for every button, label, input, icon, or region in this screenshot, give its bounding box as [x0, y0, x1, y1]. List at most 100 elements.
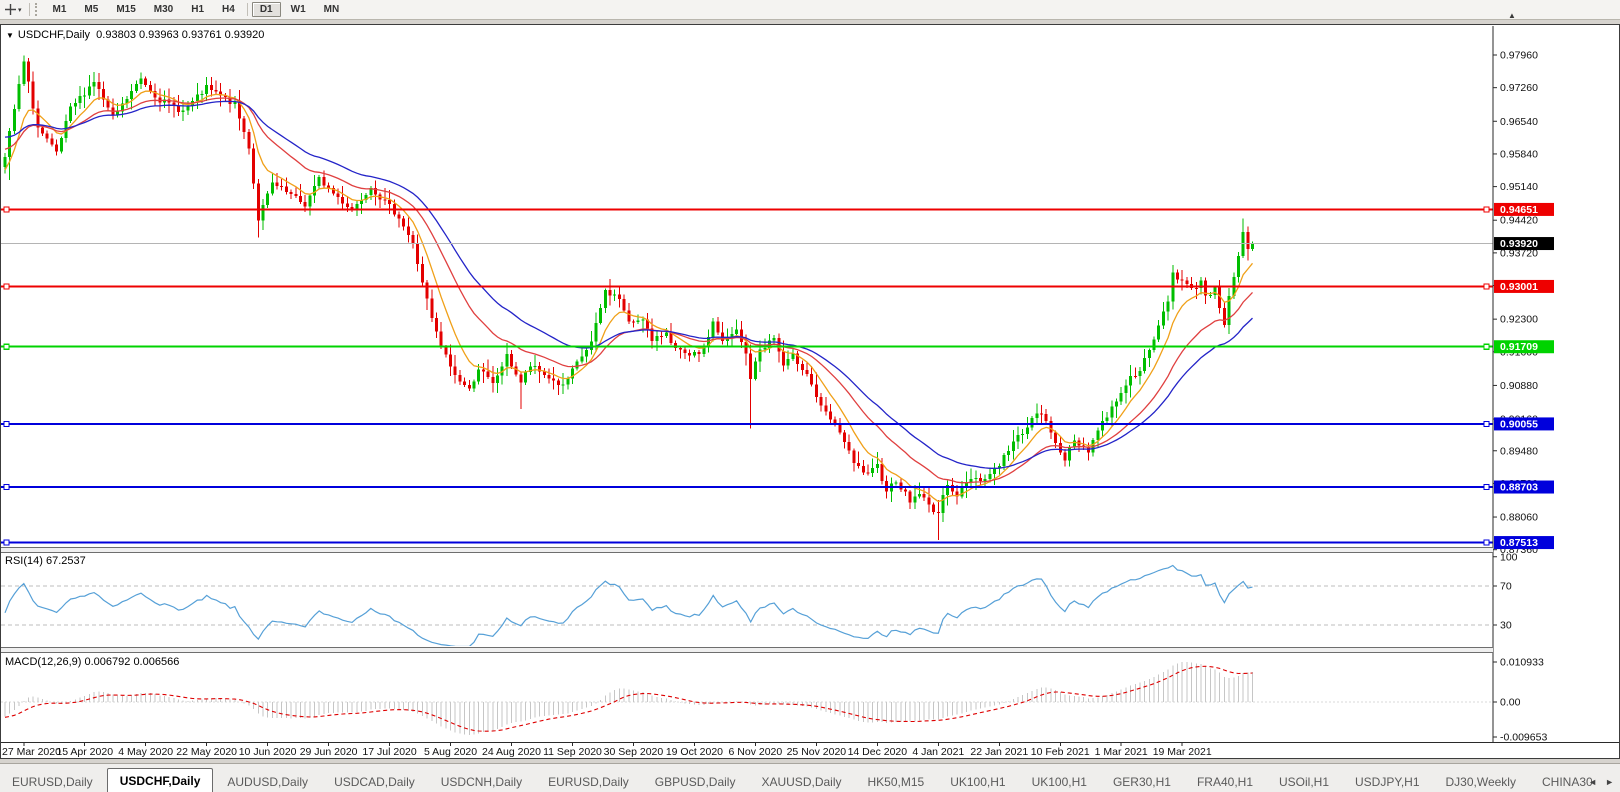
timeframe-button-m15[interactable]: M15 [108, 2, 143, 17]
chart-canvas[interactable]: 0.979600.972600.965400.958400.951400.944… [0, 24, 1620, 758]
price-tick: 0.90880 [1500, 380, 1538, 392]
toolbar-separator [247, 3, 248, 16]
tab-scroll-left-icon[interactable]: ◄ [1588, 777, 1597, 787]
date-tick-label: 17 Jul 2020 [362, 746, 416, 758]
chart-quote-ohlc: 0.93803 0.93963 0.93761 0.93920 [96, 29, 264, 41]
date-tick-label: 27 Mar 2020 [2, 746, 61, 758]
rsi-axis-label: 100 [1500, 551, 1518, 563]
hline-handle [1484, 284, 1489, 289]
date-tick-label: 4 Jan 2021 [912, 746, 964, 758]
macd-name: MACD(12,26,9) [5, 656, 81, 668]
date-tick-label: 15 Apr 2020 [56, 746, 113, 758]
date-tick-label: 1 Mar 2021 [1095, 746, 1148, 758]
chart-tab-audusd-daily[interactable]: AUDUSD,Daily [215, 771, 320, 792]
rsi-axis-label: 30 [1500, 620, 1512, 632]
rsi-layer [1, 566, 1493, 647]
ma-line-34 [5, 101, 1253, 468]
chart-tab-usdchf-daily[interactable]: USDCHF,Daily [107, 768, 214, 792]
chart-tab-eurusd-daily[interactable]: EURUSD,Daily [0, 771, 105, 792]
tab-scroll-right-icon[interactable]: ► [1605, 777, 1614, 787]
chart-tab-usoil-h1[interactable]: USOil,H1 [1267, 771, 1341, 792]
panel-separators [1, 547, 1619, 743]
chart-tab-xauusd-daily[interactable]: XAUUSD,Daily [749, 771, 853, 792]
ma-line-8 [5, 91, 1253, 501]
hline-handle [4, 207, 9, 212]
date-tick-label: 5 Aug 2020 [424, 746, 477, 758]
timeframe-button-m1[interactable]: M1 [45, 2, 75, 17]
chart-title: ▼ USDCHF,Daily 0.93803 0.93963 0.93761 0.… [6, 29, 264, 41]
cursor-dropdown-caret[interactable]: ▾ [18, 6, 22, 14]
macd-indicator-label: MACD(12,26,9) 0.006792 0.006566 [5, 656, 179, 668]
crosshair-glyph [5, 4, 16, 15]
price-tick: 0.94420 [1500, 215, 1538, 227]
date-tick-label: 25 Nov 2020 [787, 746, 847, 758]
chart-tab-dj30-weekly[interactable]: DJ30,Weekly [1434, 771, 1528, 792]
tab-items: EURUSD,DailyUSDCHF,DailyAUDUSD,DailyUSDC… [0, 767, 1592, 792]
price-tick: 0.95840 [1500, 148, 1538, 160]
chart-tab-hk50-m15[interactable]: HK50,M15 [855, 771, 936, 792]
hline-handle [1484, 485, 1489, 490]
chart-symbol-label: USDCHF,Daily [18, 29, 90, 41]
macd-main-value: 0.006792 [84, 656, 130, 668]
date-tick-label: 10 Feb 2021 [1031, 746, 1090, 758]
crosshair-cursor-icon[interactable]: ▾ [0, 4, 26, 15]
collapse-quote-icon[interactable]: ▼ [6, 31, 14, 40]
chart-tab-usdcad-daily[interactable]: USDCAD,Daily [322, 771, 427, 792]
hline-handle [1484, 344, 1489, 349]
rsi-name: RSI(14) [5, 555, 43, 567]
macd-signal-value: 0.006566 [133, 656, 179, 668]
timeframe-button-h1[interactable]: H1 [183, 2, 212, 17]
chart-tab-eurusd-daily[interactable]: EURUSD,Daily [536, 771, 641, 792]
date-tick-label: 22 Jan 2021 [970, 746, 1028, 758]
date-tick-label: 4 May 2020 [118, 746, 173, 758]
toolbar-separator [29, 3, 30, 16]
timeframe-button-mn[interactable]: MN [316, 2, 348, 17]
macd-axis-label: 0.010933 [1500, 657, 1544, 669]
chart-tab-usdcnh-daily[interactable]: USDCNH,Daily [429, 771, 534, 792]
hline-handle [4, 485, 9, 490]
date-tick-label: 6 Nov 2020 [729, 746, 783, 758]
toolbar-grip[interactable] [35, 3, 40, 16]
chart-tab-fra40-h1[interactable]: FRA40,H1 [1185, 771, 1265, 792]
hline-handle [4, 540, 9, 545]
date-tick-label: 19 Mar 2021 [1153, 746, 1212, 758]
timeframe-button-m5[interactable]: M5 [76, 2, 106, 17]
date-tick-label: 30 Sep 2020 [604, 746, 664, 758]
chart-shift-marker-icon[interactable]: ▲ [1508, 11, 1516, 20]
chart-tab-china300-h1[interactable]: CHINA300,H1 [1530, 771, 1592, 792]
hline-price-badge-text: 0.88703 [1500, 482, 1538, 494]
price-tick: 0.95140 [1500, 181, 1538, 193]
rsi-axis-label: 70 [1500, 581, 1512, 593]
hlines-layer [1, 207, 1493, 545]
timeframe-button-d1[interactable]: D1 [252, 2, 281, 17]
hline-price-badge-text: 0.94651 [1500, 204, 1538, 216]
date-tick-label: 14 Dec 2020 [848, 746, 908, 758]
timeframe-button-m30[interactable]: M30 [146, 2, 181, 17]
chart-tab-usdjpy-h1[interactable]: USDJPY,H1 [1343, 771, 1431, 792]
macd-axis-label: -0.009653 [1500, 732, 1547, 744]
hline-handle [1484, 421, 1489, 426]
hline-price-badge-text: 0.87513 [1500, 537, 1538, 549]
ma-line-21 [5, 98, 1253, 483]
chart-tab-ger30-h1[interactable]: GER30,H1 [1101, 771, 1183, 792]
price-tick: 0.97260 [1500, 82, 1538, 94]
chart-tab-uk100-h1[interactable]: UK100,H1 [938, 771, 1017, 792]
hline-handle [4, 344, 9, 349]
timeframe-buttons: M1M5M15M30H1H4 D1W1MN [44, 2, 349, 17]
hline-price-badge-text: 0.90055 [1500, 418, 1538, 430]
macd-axis-label: 0.00 [1500, 697, 1521, 709]
price-axis: 0.979600.972600.965400.958400.951400.944… [1493, 26, 1554, 744]
chart-tab-gbpusd-daily[interactable]: GBPUSD,Daily [643, 771, 748, 792]
date-tick-label: 29 Jun 2020 [300, 746, 358, 758]
chart-tabbar: EURUSD,DailyUSDCHF,DailyAUDUSD,DailyUSDC… [0, 763, 1620, 792]
candles-layer [4, 55, 1255, 539]
price-tick: 0.92300 [1500, 314, 1538, 326]
date-tick-label: 10 Jun 2020 [239, 746, 297, 758]
hline-price-badge-text: 0.91709 [1500, 341, 1538, 353]
date-tick-label: 24 Aug 2020 [482, 746, 541, 758]
timeframe-button-w1[interactable]: W1 [283, 2, 314, 17]
chart-tab-uk100-h1[interactable]: UK100,H1 [1020, 771, 1099, 792]
hline-handle [4, 284, 9, 289]
date-tick-label: 11 Sep 2020 [543, 746, 602, 758]
timeframe-button-h4[interactable]: H4 [214, 2, 243, 17]
